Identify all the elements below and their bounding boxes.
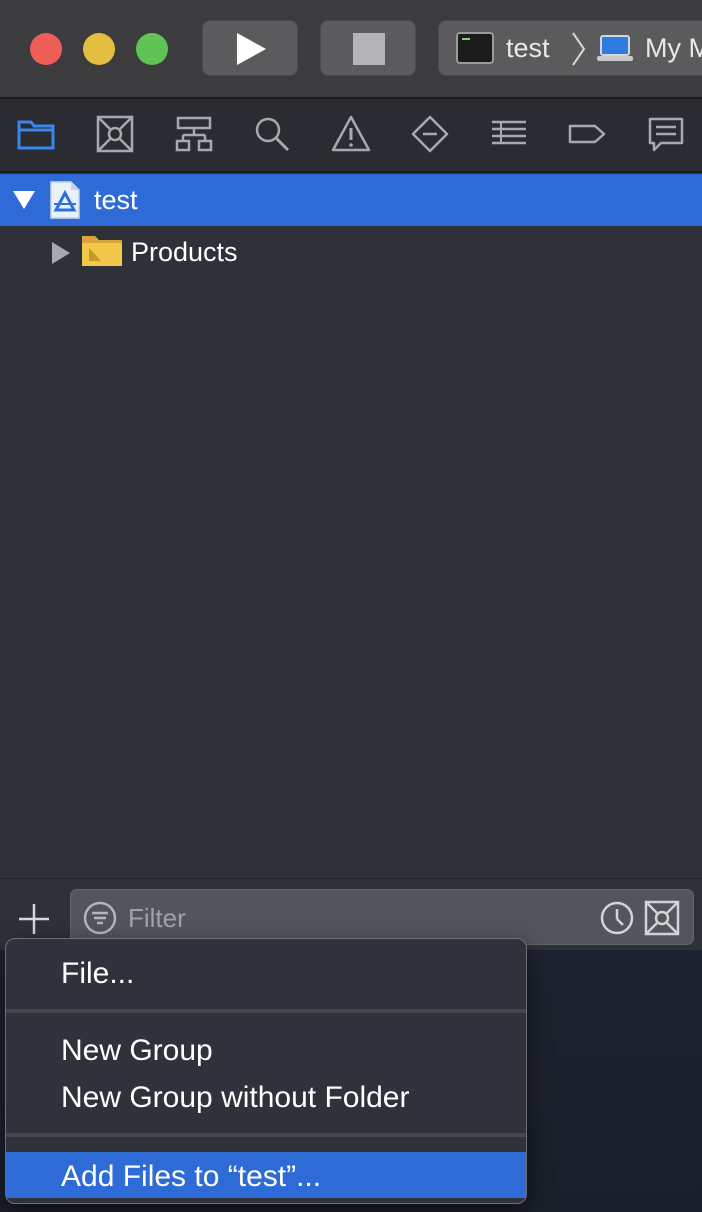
disclosure-right-icon[interactable] (50, 241, 72, 265)
products-group-label: Products (131, 237, 238, 267)
source-control-filter-icon[interactable] (644, 900, 680, 936)
tab-test-navigator[interactable] (410, 114, 450, 154)
terminal-app-icon (456, 32, 494, 64)
window-toolbar: test My Mac (0, 0, 702, 99)
minimize-window-button[interactable] (83, 33, 115, 65)
add-icon[interactable] (16, 901, 52, 937)
stop-icon (353, 33, 385, 65)
filter-icon (83, 901, 117, 935)
tab-debug-navigator[interactable] (489, 114, 529, 154)
menu-separator (6, 1133, 526, 1137)
search-icon (255, 117, 290, 152)
menu-separator (6, 1009, 526, 1013)
filter-input[interactable]: Filter (70, 889, 694, 945)
menu-item-file[interactable]: File... (6, 949, 526, 995)
run-button[interactable] (202, 20, 298, 76)
stop-button[interactable] (320, 20, 416, 76)
folder-icon (17, 120, 55, 150)
disclosure-down-icon[interactable] (12, 189, 36, 211)
close-window-button[interactable] (30, 33, 62, 65)
tab-project-navigator[interactable] (16, 114, 56, 154)
menu-item-label: New Group without Folder (61, 1081, 410, 1114)
tree-row-products[interactable]: Products (0, 226, 702, 278)
tree-row-project[interactable]: test (0, 174, 702, 226)
tab-source-control-navigator[interactable] (95, 114, 135, 154)
source-control-icon (96, 115, 134, 153)
run-destination-name: My Mac (645, 33, 702, 63)
chevron-right-icon (572, 32, 586, 66)
menu-item-add-files[interactable]: Add Files to “test”... (6, 1152, 526, 1198)
folder-icon (82, 236, 122, 266)
menu-item-label: File... (61, 957, 135, 990)
menu-item-new-group-without-folder[interactable]: New Group without Folder (6, 1073, 526, 1119)
project-name-label: test (94, 185, 138, 215)
add-menu-popup: File... New Group New Group without Fold… (5, 938, 527, 1204)
tab-report-navigator[interactable] (646, 114, 686, 154)
filter-placeholder: Filter (128, 903, 186, 933)
menu-item-label: New Group (61, 1034, 213, 1067)
report-icon (648, 117, 684, 152)
menu-item-new-group[interactable]: New Group (6, 1026, 526, 1072)
test-diamond-icon (411, 115, 449, 153)
xcode-project-icon (50, 181, 80, 219)
tab-symbol-navigator[interactable] (174, 114, 214, 154)
zoom-window-button[interactable] (136, 33, 168, 65)
tab-find-navigator[interactable] (252, 114, 292, 154)
scheme-name: test (506, 33, 550, 63)
debug-list-icon (492, 120, 526, 145)
warning-icon (331, 115, 371, 152)
tab-issue-navigator[interactable] (331, 114, 371, 154)
breakpoint-tag-icon (568, 124, 606, 144)
scheme-selector[interactable]: test My Mac (438, 20, 702, 76)
navigator-selector-bar (0, 99, 702, 173)
recent-files-clock-icon[interactable] (599, 900, 635, 936)
menu-item-label: Add Files to “test”... (61, 1160, 322, 1193)
mac-laptop-icon (597, 35, 633, 61)
play-icon (237, 33, 266, 65)
tab-breakpoint-navigator[interactable] (567, 114, 607, 154)
hierarchy-icon (175, 116, 213, 152)
